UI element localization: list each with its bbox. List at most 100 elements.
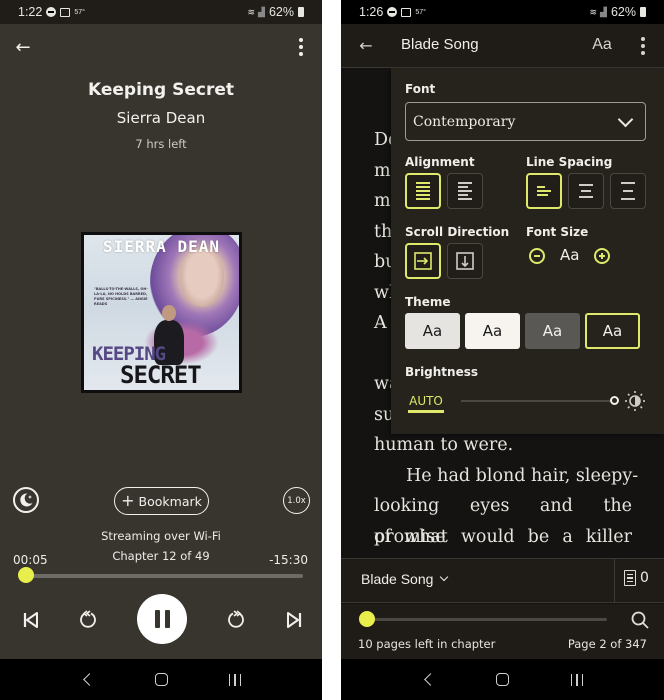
- nav-back-icon: [423, 673, 437, 686]
- playback-progress-thumb[interactable]: [18, 567, 35, 583]
- battery-percent: 62%: [268, 5, 294, 19]
- system-nav-bar: [0, 659, 322, 700]
- align-justify-icon: [416, 182, 430, 200]
- app-bar: ←: [0, 24, 322, 70]
- remaining-time: -15:30: [269, 553, 308, 567]
- nav-recents-icon: [570, 673, 584, 686]
- nav-back-icon: [82, 673, 96, 686]
- do-not-disturb-icon: [46, 7, 57, 17]
- status-time: 1:22: [18, 5, 43, 19]
- nav-recents-button[interactable]: [557, 665, 597, 695]
- gallery-icon: [401, 7, 412, 17]
- moon-icon: [20, 493, 33, 507]
- skip-next-icon: [287, 612, 302, 628]
- add-bookmark-button[interactable]: + Bookmark: [114, 487, 209, 515]
- font-size-decrease-button[interactable]: [529, 248, 545, 264]
- book-select-label: Blade Song: [361, 571, 434, 587]
- theme-option-light-gray[interactable]: Aa: [405, 313, 460, 349]
- cover-author-text: SIERRA DEAN: [103, 237, 220, 256]
- book-text-line: human to were.: [374, 435, 514, 455]
- sleep-timer-button[interactable]: [13, 487, 39, 513]
- cover-quote: "BALLS-TO-THE-WALLS, OH-LA-LA, NO HOLDS …: [94, 287, 148, 306]
- alignment-justified-option[interactable]: [405, 173, 441, 209]
- line-spacing-compact-option[interactable]: [526, 173, 562, 209]
- more-options-button[interactable]: [290, 33, 312, 61]
- system-nav-bar: [341, 659, 664, 700]
- font-value: Contemporary: [413, 113, 516, 130]
- back-button[interactable]: ←: [353, 32, 379, 58]
- alignment-left-option[interactable]: [447, 173, 483, 209]
- back-button[interactable]: ←: [10, 34, 36, 60]
- nav-recents-icon: [228, 673, 242, 686]
- cover-woman-face: [180, 249, 224, 307]
- theme-option-white[interactable]: Aa: [465, 313, 520, 349]
- font-dropdown[interactable]: Contemporary: [405, 102, 646, 141]
- font-size-label: Font Size: [526, 225, 589, 239]
- status-temperature: 57°: [415, 8, 426, 16]
- notes-count: 0: [640, 570, 649, 586]
- book-select-dropdown[interactable]: Blade Song: [361, 571, 449, 587]
- reader-bottom-bar: Blade Song 0: [341, 558, 664, 603]
- status-bar: 1:22 57° ≋ ▟ 62%: [0, 0, 322, 24]
- scroll-horizontal-icon: [414, 252, 432, 270]
- elapsed-time: 00:05: [13, 553, 48, 567]
- brightness-slider-thumb[interactable]: [610, 396, 619, 405]
- rewind-button[interactable]: [74, 605, 102, 633]
- nav-back-button[interactable]: [67, 665, 107, 695]
- font-size-increase-button[interactable]: [594, 248, 610, 264]
- font-size-sample: Aa: [560, 246, 580, 264]
- status-bar: 1:26 57° ≋ ▟ 62%: [341, 0, 664, 24]
- book-cover: SIERRA DEAN "BALLS-TO-THE-WALLS, OH-LA-L…: [81, 232, 242, 393]
- theme-option-dark[interactable]: Aa: [585, 313, 640, 349]
- skip-previous-icon: [23, 612, 38, 628]
- more-options-button[interactable]: [632, 32, 654, 60]
- scroll-vertical-icon: [456, 252, 474, 270]
- book-text-line: looking eyes and the promise: [374, 496, 632, 547]
- divider: [614, 559, 615, 603]
- audiobook-player-screen: 1:22 57° ≋ ▟ 62% ← Keeping Secret Sierra…: [0, 0, 322, 700]
- font-label: Font: [405, 82, 436, 96]
- scroll-horizontal-option[interactable]: [405, 243, 441, 279]
- reader-footer: 10 pages left in chapter Page 2 of 347: [341, 604, 664, 659]
- brightness-auto-button[interactable]: AUTO: [408, 394, 444, 413]
- theme-option-gray[interactable]: Aa: [525, 313, 580, 349]
- status-temperature: 57°: [74, 8, 85, 16]
- previous-chapter-button[interactable]: [18, 607, 44, 633]
- line-spacing-compact-icon: [537, 186, 551, 196]
- scroll-vertical-option[interactable]: [447, 243, 483, 279]
- pause-button[interactable]: [137, 594, 187, 644]
- arrow-left-icon: ←: [15, 36, 31, 58]
- playback-progress-track[interactable]: [20, 574, 303, 578]
- fast-forward-button[interactable]: [222, 605, 250, 633]
- alignment-label: Alignment: [405, 155, 475, 169]
- do-not-disturb-icon: [387, 7, 398, 17]
- nav-home-button[interactable]: [482, 665, 522, 695]
- next-chapter-button[interactable]: [281, 607, 307, 633]
- brightness-slider-track[interactable]: [461, 400, 611, 402]
- line-spacing-wide-option[interactable]: [610, 173, 646, 209]
- nav-back-button[interactable]: [408, 665, 448, 695]
- reading-settings-panel: Font Contemporary Alignment Line Spacing: [391, 68, 664, 434]
- page-progress-thumb[interactable]: [359, 611, 376, 627]
- search-icon[interactable]: [630, 610, 650, 630]
- battery-icon: [298, 7, 304, 17]
- playback-speed-button[interactable]: 1.0x: [283, 487, 310, 514]
- ebook-reader-screen: 1:26 57° ≋ ▟ 62% ← Blade Song Aa De m m th b…: [341, 0, 664, 700]
- line-spacing-normal-option[interactable]: [568, 173, 604, 209]
- chevron-down-icon: [617, 111, 634, 128]
- theme-label: Theme: [405, 295, 451, 309]
- status-time: 1:26: [359, 5, 384, 19]
- font-settings-button[interactable]: Aa: [588, 32, 616, 58]
- page-progress-track[interactable]: [361, 618, 607, 621]
- nav-recents-button[interactable]: [215, 665, 255, 695]
- line-spacing-wide-icon: [621, 182, 635, 200]
- streaming-status: Streaming over Wi-Fi: [101, 529, 221, 543]
- nav-home-icon: [495, 673, 509, 686]
- line-spacing-normal-icon: [579, 184, 593, 198]
- time-left: 7 hrs left: [135, 137, 187, 151]
- app-bar: ← Blade Song Aa: [341, 24, 664, 68]
- notes-button[interactable]: 0: [624, 570, 649, 586]
- theme-sample-label: Aa: [422, 322, 443, 340]
- nav-home-button[interactable]: [141, 665, 181, 695]
- book-text-line: He had blond hair, sleepy-: [406, 465, 639, 486]
